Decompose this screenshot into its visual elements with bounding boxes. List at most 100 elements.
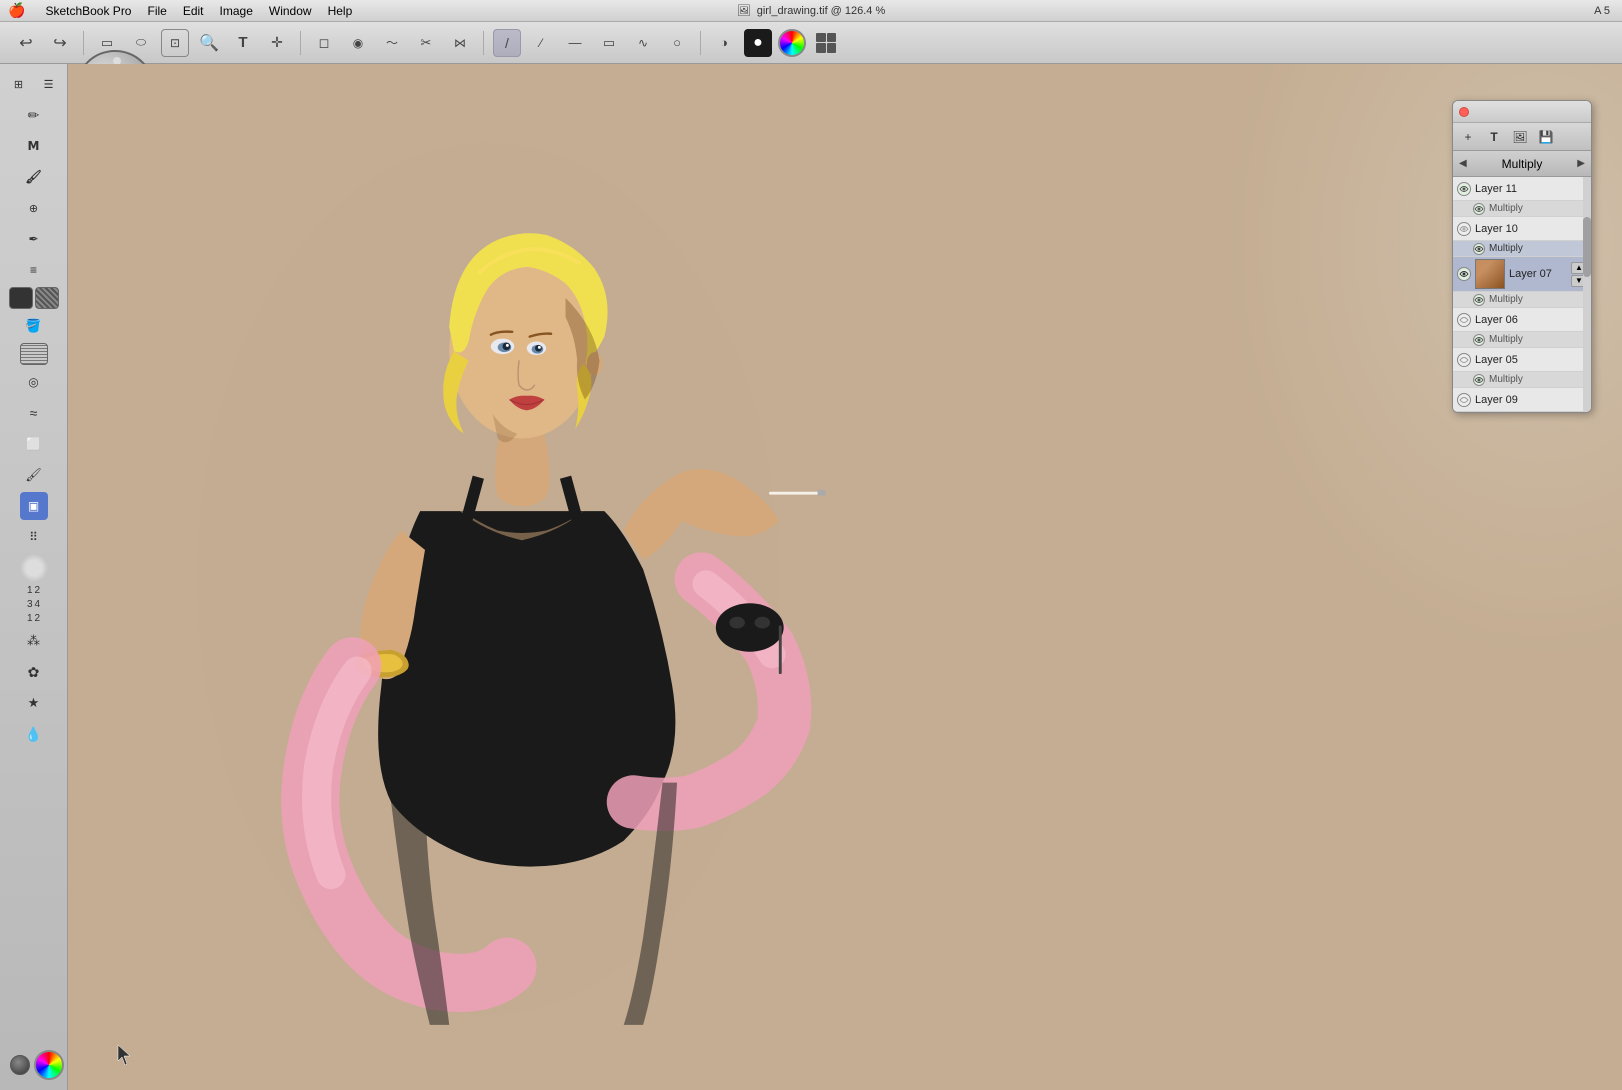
window-title: 🖼 girl_drawing.tif @ 126.4 % <box>737 4 886 17</box>
blend-prev-button[interactable]: ◀ <box>1459 158 1467 169</box>
redo-button[interactable]: ↪ <box>46 29 74 57</box>
layer-05-name: Layer 05 <box>1475 354 1587 366</box>
texture-brush[interactable] <box>20 343 48 365</box>
menu-image[interactable]: Image <box>220 4 253 18</box>
chalk-brush[interactable]: ⬜ <box>20 430 48 458</box>
menu-help[interactable]: Help <box>328 4 353 18</box>
color-wheel-button[interactable] <box>778 29 806 57</box>
ellipse-button[interactable]: ○ <box>663 29 691 57</box>
brush-type-row: ⊞ ☰ <box>5 70 63 98</box>
layer-06-blend-label: Multiply <box>1489 294 1523 305</box>
round-soft-brush[interactable] <box>20 554 48 582</box>
layers-grid-button[interactable] <box>812 29 840 57</box>
brush-swatch-button[interactable]: ◑ <box>710 29 738 57</box>
fill-brush-active[interactable]: ▣ <box>20 492 48 520</box>
ink-pen[interactable]: ✒ <box>20 225 48 253</box>
smear-brush[interactable]: ≈ <box>20 399 48 427</box>
brush-size-numbers3: 1 2 <box>27 613 40 624</box>
layer-09-blend-row: Multiply <box>1453 372 1591 388</box>
radial-tool-small[interactable] <box>10 1055 30 1075</box>
pen-button[interactable]: / <box>493 29 521 57</box>
layer-07-name: Layer 07 <box>1509 268 1571 280</box>
separator3 <box>483 31 484 55</box>
layer-05-blend-row: Multiply <box>1453 332 1591 348</box>
layer-item-10[interactable]: Layer 10 <box>1453 217 1591 241</box>
zoom-button[interactable]: 🔍 <box>195 29 223 57</box>
crop-button[interactable]: ✂ <box>412 29 440 57</box>
line-button[interactable]: — <box>561 29 589 57</box>
paint-bucket-tool[interactable]: 🪣 <box>20 312 48 340</box>
layer-06-visibility[interactable] <box>1457 313 1471 327</box>
color-swatch-button[interactable]: ● <box>744 29 772 57</box>
layers-panel-header <box>1453 101 1591 123</box>
text-button[interactable]: T <box>229 29 257 57</box>
blob-brush[interactable]: ✿ <box>20 658 48 686</box>
layer-item-11[interactable]: Layer 11 <box>1453 177 1591 201</box>
blend-brush[interactable]: ◎ <box>20 368 48 396</box>
swatch-row <box>9 287 59 309</box>
layers-scrollbar-thumb[interactable] <box>1583 217 1591 277</box>
layer-06-blend-eye[interactable] <box>1473 294 1485 306</box>
move-button[interactable]: ✛ <box>263 29 291 57</box>
layer-item-06[interactable]: Layer 06 <box>1453 308 1591 332</box>
smudge-button[interactable]: 〜 <box>378 29 406 57</box>
eraser-button[interactable]: ◻ <box>310 29 338 57</box>
image-layer-button[interactable]: 🖼 <box>1509 126 1531 148</box>
separator4 <box>700 31 701 55</box>
menu-edit[interactable]: Edit <box>183 4 204 18</box>
layer-11-visibility[interactable] <box>1457 182 1471 196</box>
layers-scrollbar-track[interactable] <box>1583 177 1591 413</box>
layer-09-visibility[interactable] <box>1457 393 1471 407</box>
brush-size-numbers2: 3 4 <box>27 599 40 610</box>
rect-shape-button[interactable]: ▭ <box>595 29 623 57</box>
stamp-brush[interactable]: ★ <box>20 689 48 717</box>
layers-list[interactable]: Layer 11 Multiply Layer 10 Multiply <box>1453 177 1591 412</box>
canvas-area[interactable] <box>68 64 1622 1090</box>
marker-brush[interactable]: 𝗠 <box>20 132 48 160</box>
fill-button[interactable]: ◉ <box>344 29 372 57</box>
airbrush[interactable]: ⊕ <box>20 194 48 222</box>
undo-button[interactable]: ↩ <box>12 29 40 57</box>
blend-next-button[interactable]: ▶ <box>1577 158 1585 169</box>
layer-05-visibility[interactable] <box>1457 353 1471 367</box>
menu-window[interactable]: Window <box>269 4 312 18</box>
menu-bar: 🍎 SketchBook Pro File Edit Image Window … <box>0 0 1622 22</box>
cursor-tool <box>115 1043 135 1070</box>
add-layer-button[interactable]: + <box>1457 126 1479 148</box>
text-layer-button[interactable]: T <box>1483 126 1505 148</box>
calligraphy-button[interactable]: ⁄ <box>527 29 555 57</box>
brush-adjust-button[interactable]: ⊞ <box>5 70 33 98</box>
layer-07-blend-eye[interactable] <box>1473 243 1485 255</box>
blend-mode-bar: ◀ Multiply ▶ <box>1453 151 1591 177</box>
panel-close-button[interactable] <box>1459 107 1469 117</box>
color-picker-bottom[interactable] <box>34 1050 64 1080</box>
scatter-brush[interactable]: ⁂ <box>20 627 48 655</box>
solid-swatch[interactable] <box>9 287 33 309</box>
layer-item-05[interactable]: Layer 05 <box>1453 348 1591 372</box>
ink-drop[interactable]: 💧 <box>20 720 48 748</box>
layer-11-name: Layer 11 <box>1475 183 1587 195</box>
layer-10-blend-eye[interactable] <box>1473 203 1485 215</box>
layer-10-visibility[interactable] <box>1457 222 1471 236</box>
fan-brush[interactable]: 🖌 <box>20 461 48 489</box>
menu-file[interactable]: File <box>147 4 166 18</box>
wavy-button[interactable]: ∿ <box>629 29 657 57</box>
spatter-brush[interactable]: ⠿ <box>20 523 48 551</box>
layer-10-blend-row: Multiply <box>1453 201 1591 217</box>
wide-brush[interactable]: ≡ <box>20 256 48 284</box>
layer-07-visibility[interactable] <box>1457 267 1471 281</box>
layer-item-09[interactable]: Layer 09 <box>1453 388 1591 412</box>
layers-panel: + T 🖼 💾 ◀ Multiply ▶ Layer 11 Multiply <box>1452 100 1592 413</box>
menu-sketchbook[interactable]: SketchBook Pro <box>45 4 131 18</box>
menu-right: A 5 <box>1594 5 1610 17</box>
layer-05-blend-eye[interactable] <box>1473 334 1485 346</box>
layer-item-07[interactable]: Layer 07 ▲ ▼ <box>1453 257 1591 292</box>
pattern-swatch[interactable] <box>35 287 59 309</box>
brush-round[interactable]: 🖌 <box>20 163 48 191</box>
pencil-brush[interactable]: ✏ <box>20 101 48 129</box>
layer-09-blend-eye[interactable] <box>1473 374 1485 386</box>
apple-menu[interactable]: 🍎 <box>8 2 25 19</box>
sym-button[interactable]: ⋈ <box>446 29 474 57</box>
save-layer-button[interactable]: 💾 <box>1535 126 1557 148</box>
brush-library-button[interactable]: ☰ <box>35 70 63 98</box>
